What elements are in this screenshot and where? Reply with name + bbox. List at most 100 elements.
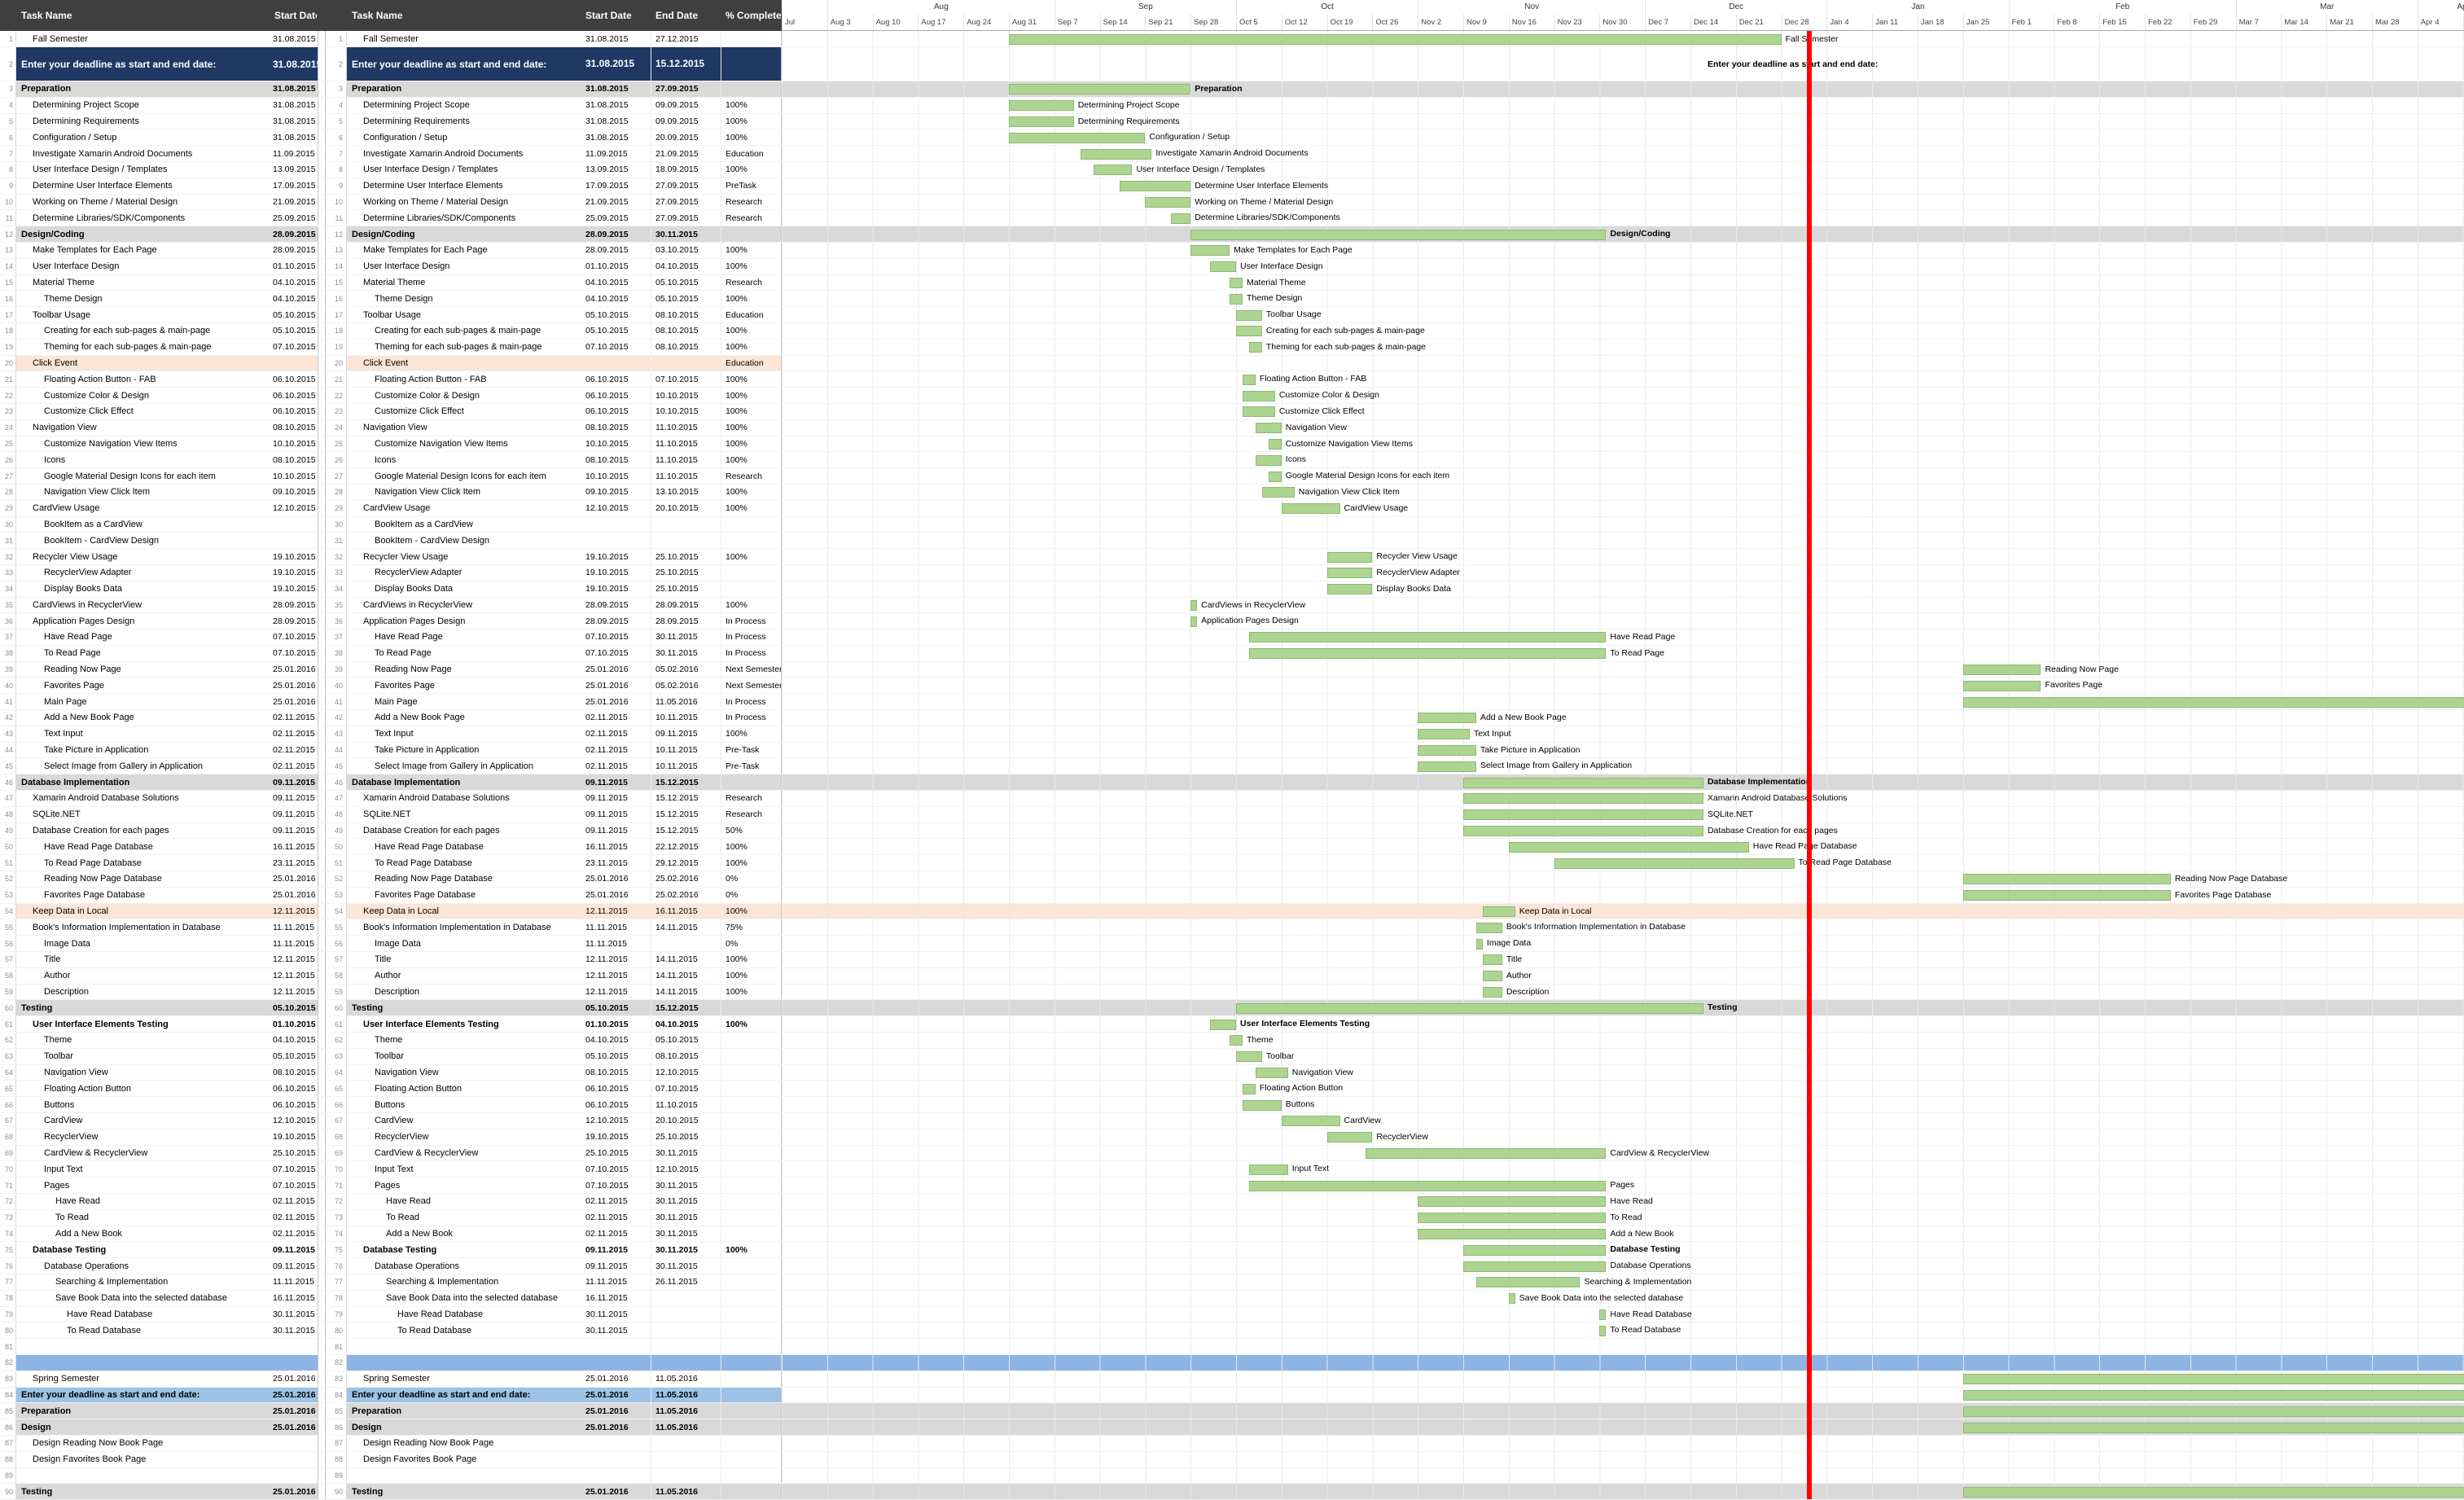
gantt-row-cell[interactable]: Book's Information Implementation in Dat… xyxy=(782,919,2464,935)
row-number[interactable]: 37 xyxy=(0,629,16,645)
cell-task-name[interactable]: Reading Now Page Database xyxy=(347,871,581,887)
gantt-row-cell[interactable]: Title xyxy=(782,952,2464,967)
cell-task-name[interactable]: Searching & Implementation xyxy=(16,1274,270,1290)
cell-end-date[interactable]: 11.10.2015 xyxy=(651,468,721,484)
cell-task-name[interactable]: Favorites Page xyxy=(16,678,270,693)
cell-start-date[interactable]: 08.10.2015 xyxy=(270,420,318,436)
cell-start-date[interactable]: 31.08.2015 xyxy=(270,129,318,145)
cell-pct-complete[interactable] xyxy=(721,1210,782,1226)
cell-end-date[interactable] xyxy=(651,1307,721,1322)
cell-end-date[interactable]: 25.10.2015 xyxy=(651,549,721,564)
row-number[interactable]: 66 xyxy=(0,1097,16,1112)
gantt-row-cell[interactable]: Navigation View Click Item xyxy=(782,485,2464,500)
gantt-row-cell[interactable]: RecyclerView Adapter xyxy=(782,565,2464,581)
row-number[interactable]: 71 xyxy=(326,1178,347,1193)
row-number[interactable]: 67 xyxy=(0,1113,16,1129)
gantt-row-cell[interactable]: Design xyxy=(782,1419,2464,1435)
row-number[interactable]: 27 xyxy=(0,468,16,484)
row-number[interactable]: 26 xyxy=(326,452,347,467)
cell-task-name[interactable]: Image Data xyxy=(347,936,581,951)
row-number[interactable]: 88 xyxy=(326,1452,347,1467)
row-number[interactable]: 64 xyxy=(326,1065,347,1081)
cell-end-date[interactable]: 10.10.2015 xyxy=(651,388,721,403)
row-number[interactable]: 84 xyxy=(326,1388,347,1403)
cell-task-name[interactable]: SQLite.NET xyxy=(16,807,270,822)
cell-end-date[interactable]: 20.10.2015 xyxy=(651,1113,721,1129)
cell-task-name[interactable]: Database Implementation xyxy=(347,774,581,790)
cell-pct-complete[interactable]: Next Semester xyxy=(721,678,782,693)
row-number[interactable]: 28 xyxy=(0,485,16,500)
cell-task-name[interactable]: Configuration / Setup xyxy=(16,129,270,145)
row-number[interactable]: 73 xyxy=(0,1210,16,1226)
gantt-row-cell[interactable]: SQLite.NET xyxy=(782,807,2464,822)
cell-start-date[interactable]: 16.11.2015 xyxy=(581,839,651,854)
row-number[interactable]: 88 xyxy=(0,1452,16,1467)
row-number[interactable]: 39 xyxy=(0,662,16,678)
cell-start-date[interactable]: 09.11.2015 xyxy=(581,791,651,806)
cell-task-name[interactable]: Enter your deadline as start and end dat… xyxy=(16,47,270,81)
cell-end-date[interactable]: 25.10.2015 xyxy=(651,581,721,597)
cell-start-date[interactable]: 25.01.2016 xyxy=(270,1484,318,1499)
row-number[interactable]: 79 xyxy=(326,1307,347,1322)
row-number[interactable]: 5 xyxy=(326,114,347,129)
cell-end-date[interactable]: 11.05.2016 xyxy=(651,1484,721,1499)
gantt-row-cell[interactable]: Design/Coding xyxy=(782,226,2464,242)
cell-start-date[interactable]: 19.10.2015 xyxy=(270,581,318,597)
cell-end-date[interactable]: 10.10.2015 xyxy=(651,404,721,419)
cell-task-name[interactable]: Determine User Interface Elements xyxy=(16,178,270,194)
cell-start-date[interactable]: 25.01.2016 xyxy=(581,1388,651,1403)
cell-start-date[interactable]: 07.10.2015 xyxy=(270,1178,318,1193)
cell-task-name[interactable]: Take Picture in Application xyxy=(347,743,581,758)
row-number[interactable]: 77 xyxy=(0,1274,16,1290)
row-number[interactable]: 90 xyxy=(0,1484,16,1499)
cell-end-date[interactable]: 30.11.2015 xyxy=(651,1146,721,1161)
cell-pct-complete[interactable] xyxy=(721,1161,782,1177)
cell-pct-complete[interactable]: In Process xyxy=(721,629,782,645)
cell-start-date[interactable] xyxy=(581,1452,651,1467)
cell-pct-complete[interactable]: Education xyxy=(721,356,782,371)
gantt-row-cell[interactable]: CardView xyxy=(782,1113,2464,1129)
row-number[interactable]: 45 xyxy=(326,758,347,774)
cell-task-name[interactable]: User Interface Design xyxy=(347,259,581,274)
cell-start-date[interactable]: 21.09.2015 xyxy=(581,195,651,210)
row-number[interactable]: 28 xyxy=(326,485,347,500)
cell-pct-complete[interactable] xyxy=(721,1097,782,1112)
row-number[interactable]: 87 xyxy=(326,1436,347,1451)
cell-pct-complete[interactable] xyxy=(721,1322,782,1338)
cell-pct-complete[interactable]: 100% xyxy=(721,243,782,258)
row-number[interactable]: 3 xyxy=(0,81,16,97)
cell-start-date[interactable]: 02.11.2015 xyxy=(270,758,318,774)
cell-end-date[interactable]: 14.11.2015 xyxy=(651,952,721,967)
cell-start-date[interactable]: 02.11.2015 xyxy=(581,726,651,742)
gantt-row-cell[interactable]: Navigation View xyxy=(782,1065,2464,1081)
row-number[interactable]: 63 xyxy=(326,1049,347,1064)
cell-end-date[interactable]: 21.09.2015 xyxy=(651,146,721,161)
row-number[interactable]: 20 xyxy=(326,356,347,371)
cell-task-name[interactable]: Have Read xyxy=(16,1194,270,1209)
cell-pct-complete[interactable] xyxy=(721,1146,782,1161)
cell-end-date[interactable]: 30.11.2015 xyxy=(651,226,721,242)
cell-start-date[interactable]: 07.10.2015 xyxy=(581,646,651,661)
cell-start-date[interactable]: 07.10.2015 xyxy=(270,646,318,661)
cell-start-date[interactable]: 12.10.2015 xyxy=(581,501,651,516)
cell-task-name[interactable]: Customize Color & Design xyxy=(16,388,270,403)
cell-task-name[interactable]: Take Picture in Application xyxy=(16,743,270,758)
cell-task-name[interactable]: Customize Click Effect xyxy=(16,404,270,419)
gantt-row-cell[interactable]: Determine Libraries/SDK/Components xyxy=(782,210,2464,226)
cell-task-name[interactable]: Select Image from Gallery in Application xyxy=(16,758,270,774)
gantt-row-cell[interactable]: Enter your deadline as start and end dat… xyxy=(782,47,2464,81)
cell-start-date[interactable]: 16.11.2015 xyxy=(270,1291,318,1306)
cell-pct-complete[interactable]: 100% xyxy=(721,985,782,1000)
row-number[interactable]: 77 xyxy=(326,1274,347,1290)
cell-end-date[interactable]: 28.09.2015 xyxy=(651,613,721,629)
cell-task-name[interactable]: Database Creation for each pages xyxy=(347,823,581,839)
cell-task-name[interactable]: Navigation View Click Item xyxy=(16,485,270,500)
cell-pct-complete[interactable] xyxy=(721,1000,782,1015)
cell-task-name[interactable]: Book's Information Implementation in Dat… xyxy=(16,919,270,935)
cell-pct-complete[interactable]: In Process xyxy=(721,710,782,726)
cell-start-date[interactable]: 06.10.2015 xyxy=(270,388,318,403)
cell-start-date[interactable]: 07.10.2015 xyxy=(581,340,651,355)
cell-pct-complete[interactable] xyxy=(721,1049,782,1064)
gantt-row-cell[interactable]: Determine User Interface Elements xyxy=(782,178,2464,194)
cell-task-name[interactable] xyxy=(16,1355,270,1371)
